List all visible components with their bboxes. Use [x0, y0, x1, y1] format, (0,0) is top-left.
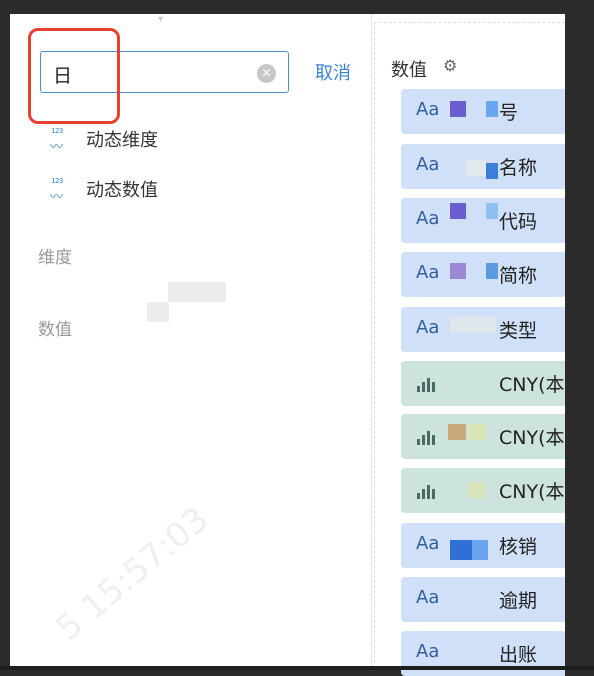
text-type-icon: Aa: [416, 317, 440, 338]
field-pill-name: CNY(本: [499, 481, 565, 503]
field-pill-name: 出账: [499, 644, 538, 666]
text-type-icon: Aa: [416, 533, 440, 554]
field-search-column: ▾ 日 ✕ 取消 123 〰 动态维度 123 〰 动态数值 维度 数值 5 1…: [10, 14, 370, 666]
blurred-region: [466, 160, 486, 176]
dimension-section-title: 维度: [38, 248, 72, 268]
bar-chart-icon: [417, 483, 441, 499]
field-pill-name: 核销: [499, 536, 538, 558]
blurred-region: [486, 203, 498, 219]
blurred-region: [472, 540, 488, 560]
annotation-highlight-box: [28, 28, 120, 124]
field-pill-name: CNY(本: [499, 427, 565, 449]
blurred-region: [450, 203, 466, 219]
field-item-label: 动态数值: [86, 180, 158, 201]
wave-glyph: 〰: [50, 190, 64, 205]
blurred-region: [450, 540, 472, 560]
watermark-text: 5 15:57:03: [48, 499, 217, 649]
bar-chart-icon: [417, 429, 441, 445]
blurred-region: [468, 482, 486, 498]
text-type-icon: Aa: [416, 154, 440, 175]
field-item-dynamic-value[interactable]: 123 〰 动态数值: [50, 176, 158, 205]
bar-chart-icon: [417, 376, 441, 392]
field-pill-dimension[interactable]: Aa 代码: [401, 198, 565, 243]
field-pill-name: CNY(本: [499, 374, 565, 396]
field-item-dynamic-dimension[interactable]: 123 〰 动态维度: [50, 126, 158, 155]
dynamic-field-icon: 123 〰: [50, 127, 72, 155]
blurred-region: [468, 424, 486, 440]
gear-icon[interactable]: ⚙: [443, 56, 457, 75]
field-pill-name: 名称: [499, 157, 538, 179]
text-type-icon: Aa: [416, 641, 440, 662]
dynamic-field-icon-text: 123: [51, 177, 63, 185]
cancel-button[interactable]: 取消: [315, 59, 351, 85]
field-pill-name: 逾期: [499, 590, 538, 612]
field-item-label: 动态维度: [86, 130, 158, 151]
window-right-edge: [565, 14, 594, 666]
dynamic-field-icon-text: 123: [51, 127, 63, 135]
column-divider: [371, 14, 372, 666]
chevron-down-icon: ▾: [158, 14, 164, 25]
field-pill-name: 代码: [499, 211, 538, 233]
field-pill-dimension[interactable]: Aa 逾期: [401, 577, 565, 622]
blurred-region: [448, 424, 466, 440]
values-panel-title: 数值: [391, 60, 427, 81]
field-pill-dimension[interactable]: Aa 号: [401, 89, 565, 134]
text-type-icon: Aa: [416, 99, 440, 120]
blurred-region: [147, 302, 169, 322]
blurred-region: [486, 101, 498, 117]
blurred-region: [486, 163, 498, 179]
dynamic-field-icon: 123 〰: [50, 177, 72, 205]
field-pill-name: 简称: [499, 265, 538, 287]
text-type-icon: Aa: [416, 262, 440, 283]
blurred-region: [450, 263, 466, 279]
field-pill-dimension[interactable]: Aa 简称: [401, 252, 565, 297]
field-pill-name: 类型: [499, 320, 538, 342]
blurred-region: [168, 282, 226, 302]
blurred-region: [486, 263, 498, 279]
value-section-title: 数值: [38, 320, 72, 340]
field-pill-measure[interactable]: CNY(本: [401, 361, 565, 406]
blurred-region: [450, 317, 496, 333]
field-pill-name: 号: [499, 102, 519, 124]
close-circle-icon[interactable]: ✕: [257, 64, 276, 83]
text-type-icon: Aa: [416, 208, 440, 229]
blurred-region: [450, 101, 466, 117]
text-type-icon: Aa: [416, 587, 440, 608]
window-bottom-bar: [0, 666, 594, 670]
wave-glyph: 〰: [50, 140, 64, 155]
window-top-bar: [0, 0, 594, 14]
